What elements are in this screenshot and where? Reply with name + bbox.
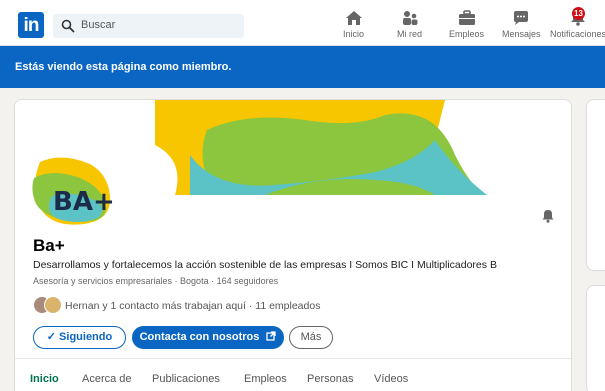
nav-item-network[interactable]: Mi red: [397, 10, 422, 39]
connections-text[interactable]: Hernan y 1 contacto más trabajan aquí · …: [65, 300, 320, 312]
top-navigation: in Buscar Inicio Mi red Empleos Mensajes…: [0, 0, 605, 46]
employee-avatars[interactable]: [33, 296, 63, 316]
briefcase-icon: [458, 10, 475, 25]
notification-badge: 13: [572, 7, 585, 20]
network-icon: [402, 11, 417, 25]
company-logo: BA+: [32, 157, 114, 225]
company-logo-text: BA+: [53, 187, 114, 217]
nav-item-label: Mi red: [397, 29, 423, 39]
nav-item-label: Mensajes: [502, 29, 541, 39]
external-link-icon: [266, 331, 277, 341]
right-sidebar-card: [586, 99, 605, 271]
right-sidebar-card: [586, 285, 605, 391]
avatar: [44, 296, 62, 314]
nav-item-jobs[interactable]: Empleos: [449, 10, 484, 39]
member-view-banner: Estás viendo esta página como miembro.: [0, 46, 605, 88]
linkedin-logo[interactable]: in: [18, 12, 44, 38]
nav-item-messaging[interactable]: Mensajes: [502, 10, 541, 39]
more-button[interactable]: Más: [289, 326, 333, 349]
contact-us-button[interactable]: Contacta con nosotros: [132, 326, 284, 349]
search-icon: [61, 19, 75, 33]
nav-item-label: Notificaciones: [550, 29, 605, 39]
messaging-icon: [514, 11, 529, 25]
following-button-label: ✓ Siguiendo: [46, 331, 113, 343]
banner-text: Estás viendo esta página como miembro.: [15, 61, 232, 73]
company-meta: Asesoría y servicios empresariales · Bog…: [33, 276, 279, 286]
tab-people[interactable]: Personas: [307, 373, 353, 385]
bell-icon[interactable]: [541, 209, 555, 223]
search-input[interactable]: Buscar: [53, 14, 244, 38]
company-tabs: Inicio Acerca de Publicaciones Empleos P…: [15, 358, 571, 391]
nav-item-label: Empleos: [449, 29, 485, 39]
contact-button-label: Contacta con nosotros: [139, 331, 260, 343]
search-placeholder: Buscar: [81, 19, 116, 31]
tab-videos[interactable]: Vídeos: [374, 373, 408, 385]
tab-posts[interactable]: Publicaciones: [152, 373, 220, 385]
nav-item-label: Inicio: [343, 29, 365, 39]
company-tagline: Desarrollamos y fortalecemos la acción s…: [33, 259, 497, 271]
nav-item-home[interactable]: Inicio: [343, 10, 364, 39]
company-profile-card: BA+ Ba+ Desarrollamos y fortalecemos la …: [14, 99, 572, 391]
company-name: Ba+: [33, 236, 65, 255]
home-icon: [345, 11, 362, 25]
more-button-label: Más: [300, 331, 322, 343]
following-button[interactable]: ✓ Siguiendo: [33, 326, 126, 349]
tab-about[interactable]: Acerca de: [82, 373, 132, 385]
tab-jobs[interactable]: Empleos: [244, 373, 287, 385]
tab-home[interactable]: Inicio: [30, 373, 59, 385]
nav-item-notifications[interactable]: 13 Notificaciones: [550, 7, 605, 39]
